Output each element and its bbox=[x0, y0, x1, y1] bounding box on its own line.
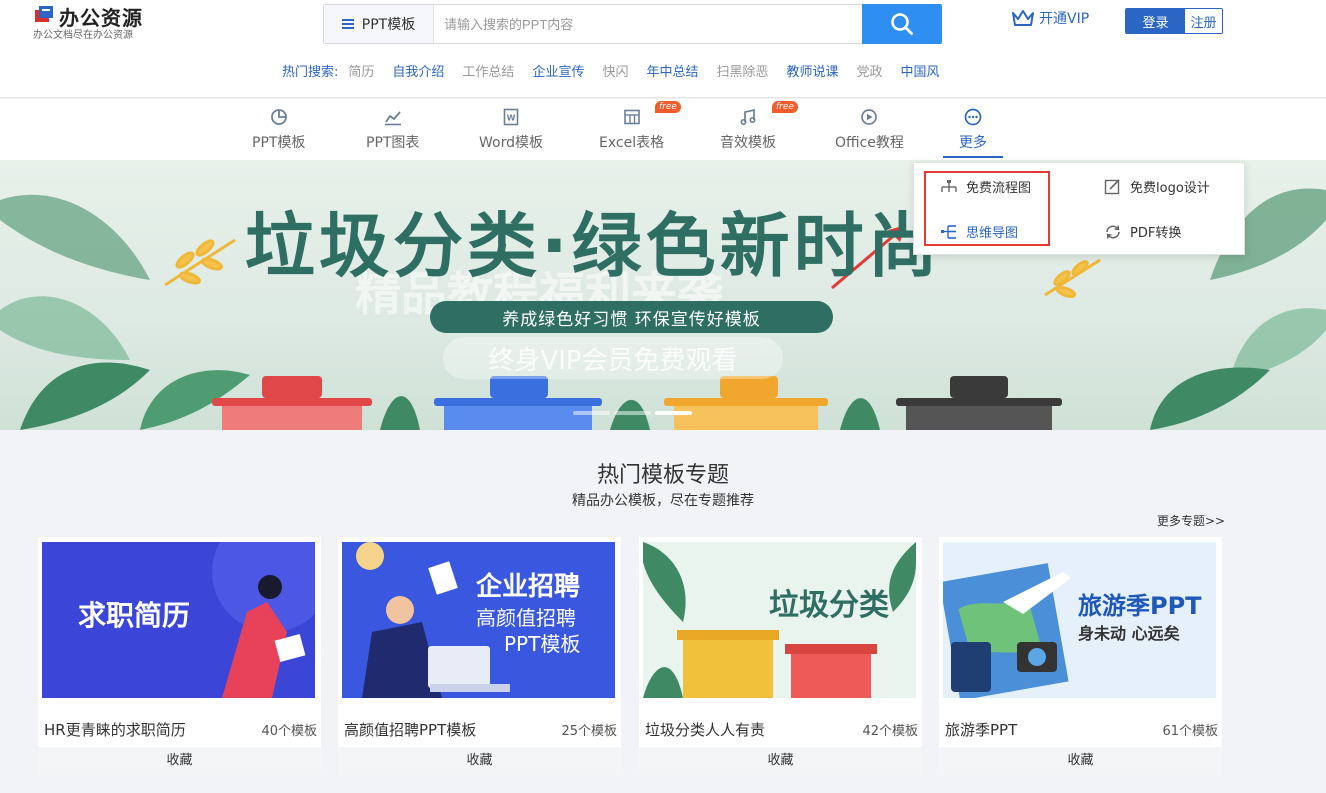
free-badge: free bbox=[772, 101, 798, 113]
hot-search-item[interactable]: 工作总结 bbox=[462, 61, 514, 80]
favorite-button[interactable]: 收藏 bbox=[939, 747, 1222, 775]
section-title: 热门模板专题 bbox=[596, 463, 729, 488]
topic-card[interactable]: 求职简历 HR更青睐的求职简历 40个模板 收藏 bbox=[38, 537, 321, 775]
search-type-label: PPT模板 bbox=[361, 17, 416, 33]
more-topics-link[interactable]: 更多专题>> bbox=[1157, 512, 1225, 529]
logo-icon bbox=[35, 6, 53, 22]
search-button[interactable] bbox=[862, 4, 942, 44]
hot-search-item[interactable]: 快闪 bbox=[602, 61, 628, 80]
nav-label: 更多 bbox=[959, 135, 987, 151]
music-icon bbox=[740, 108, 756, 126]
search-type-select[interactable]: PPT模板 bbox=[324, 5, 434, 43]
hot-search-label: 热门搜索: bbox=[282, 65, 339, 80]
carousel-dot[interactable] bbox=[573, 411, 610, 415]
search-input[interactable] bbox=[444, 5, 854, 43]
vip-label: 开通VIP bbox=[1039, 11, 1090, 27]
nav-word-template[interactable]: W Word模板 bbox=[479, 99, 543, 160]
hot-search: 热门搜索: 简历 自我介绍 工作总结 企业宣传 快闪 年中总结 扫黑除恶 教师说… bbox=[282, 61, 958, 80]
crown-icon bbox=[1012, 10, 1034, 26]
banner-slogan: 养成绿色好习惯 环保宣传好模板 bbox=[430, 301, 833, 333]
card-count: 40个模板 bbox=[261, 724, 317, 739]
dropdown-item-logo-design[interactable]: 免费logo设计 bbox=[1104, 177, 1210, 196]
category-nav: PPT模板 PPT图表 W Word模板 Excel表格 free 音效模板 f… bbox=[0, 99, 1326, 160]
favorite-button[interactable]: 收藏 bbox=[639, 747, 922, 775]
more-icon bbox=[964, 108, 982, 126]
nav-ppt-chart[interactable]: PPT图表 bbox=[366, 99, 419, 160]
open-vip-link[interactable]: 开通VIP bbox=[1011, 8, 1089, 28]
hot-search-item[interactable]: 自我介绍 bbox=[392, 61, 444, 80]
hot-search-item[interactable]: 党政 bbox=[857, 61, 883, 80]
logo-subtitle: 办公文档尽在办公资源 bbox=[33, 30, 133, 41]
hot-search-item[interactable]: 扫黑除恶 bbox=[716, 61, 768, 80]
hot-search-item[interactable]: 企业宣传 bbox=[532, 61, 584, 80]
thumbnail-title: 企业招聘 bbox=[476, 572, 581, 602]
card-thumbnail[interactable]: 旅游季PPT 身未动 心远矣 bbox=[943, 542, 1216, 698]
card-count: 25个模板 bbox=[561, 724, 617, 739]
topic-card[interactable]: 企业招聘 高颜值招聘 PPT模板 高颜值招聘PPT模板 25个模板 收藏 bbox=[338, 537, 621, 775]
card-title[interactable]: HR更青睐的求职简历 bbox=[44, 719, 186, 740]
table-icon bbox=[623, 109, 640, 125]
card-thumbnail[interactable]: 求职简历 bbox=[42, 542, 315, 698]
thumbnail-subtitle: PPT模板 bbox=[504, 632, 581, 656]
card-count: 61个模板 bbox=[1162, 724, 1218, 739]
banner-vip-text: 终身VIP会员免费观看 bbox=[443, 337, 783, 379]
topic-card[interactable]: 旅游季PPT 身未动 心远矣 旅游季PPT 61个模板 收藏 bbox=[939, 537, 1222, 775]
thumbnail-title: 求职简历 bbox=[78, 599, 191, 632]
banner-title: 垃圾分类·绿色新时尚 bbox=[245, 205, 942, 287]
dropdown-item-label: 免费logo设计 bbox=[1130, 181, 1210, 196]
site-logo[interactable]: 办公资源 办公文档尽在办公资源 bbox=[33, 2, 153, 42]
thumbnail-title: 旅游季PPT bbox=[1078, 592, 1202, 620]
card-count: 42个模板 bbox=[862, 724, 918, 739]
carousel-dots bbox=[573, 411, 692, 415]
pie-chart-icon bbox=[270, 109, 287, 125]
favorite-button[interactable]: 收藏 bbox=[38, 747, 321, 775]
nav-label: PPT图表 bbox=[366, 135, 420, 151]
svg-text:W: W bbox=[507, 114, 516, 123]
carousel-dot-active[interactable] bbox=[655, 411, 692, 415]
highlight-box bbox=[924, 171, 1050, 246]
dropdown-item-label: PDF转换 bbox=[1130, 226, 1182, 241]
nav-excel-table[interactable]: Excel表格 free bbox=[599, 99, 681, 160]
favorite-button[interactable]: 收藏 bbox=[338, 747, 621, 775]
line-chart-icon bbox=[384, 111, 401, 126]
carousel-dot[interactable] bbox=[614, 411, 651, 415]
play-icon bbox=[861, 109, 878, 125]
login-button[interactable]: 登录 bbox=[1126, 9, 1185, 33]
register-button[interactable]: 注册 bbox=[1185, 9, 1222, 33]
nav-ppt-template[interactable]: PPT模板 bbox=[252, 99, 305, 160]
refresh-icon bbox=[1106, 224, 1120, 239]
hot-search-item[interactable]: 简历 bbox=[348, 61, 374, 80]
card-thumbnail[interactable]: 垃圾分类 bbox=[643, 542, 916, 698]
thumbnail-subtitle: 高颜值招聘 bbox=[476, 606, 576, 630]
dropdown-item-pdf-convert[interactable]: PDF转换 bbox=[1104, 222, 1181, 241]
nav-label: Excel表格 bbox=[599, 135, 665, 151]
topic-card[interactable]: 垃圾分类 垃圾分类人人有责 42个模板 收藏 bbox=[639, 537, 922, 775]
section-subtitle: 精品办公模板，尽在专题推荐 bbox=[572, 493, 754, 509]
hot-search-item[interactable]: 年中总结 bbox=[646, 61, 698, 80]
edit-icon bbox=[1104, 178, 1120, 194]
auth-buttons: 登录 注册 bbox=[1125, 8, 1223, 34]
nav-sound-template[interactable]: 音效模板 free bbox=[720, 99, 798, 160]
word-icon: W bbox=[503, 108, 519, 126]
nav-office-tutorial[interactable]: Office教程 bbox=[835, 99, 904, 160]
card-title[interactable]: 高颜值招聘PPT模板 bbox=[344, 719, 476, 740]
header: 办公资源 办公文档尽在办公资源 PPT模板 开通VIP 登录 注册 热门搜索: … bbox=[0, 0, 1326, 98]
nav-label: 音效模板 bbox=[720, 135, 776, 151]
card-thumbnail[interactable]: 企业招聘 高颜值招聘 PPT模板 bbox=[342, 542, 615, 698]
menu-icon bbox=[341, 19, 354, 29]
nav-label: PPT模板 bbox=[252, 135, 306, 151]
thumbnail-subtitle: 身未动 心远矣 bbox=[1078, 624, 1180, 643]
hot-search-item[interactable]: 中国风 bbox=[901, 61, 940, 80]
search-icon bbox=[891, 13, 913, 35]
nav-more[interactable]: 更多 bbox=[943, 99, 1003, 160]
card-title[interactable]: 旅游季PPT bbox=[945, 719, 1017, 740]
hot-search-item[interactable]: 教师说课 bbox=[787, 61, 839, 80]
thumbnail-title: 垃圾分类 bbox=[769, 588, 889, 623]
nav-label: Office教程 bbox=[835, 135, 904, 151]
nav-label: Word模板 bbox=[479, 135, 543, 151]
search-bar: PPT模板 bbox=[323, 4, 942, 44]
card-title[interactable]: 垃圾分类人人有责 bbox=[645, 719, 765, 740]
free-badge: free bbox=[655, 101, 681, 113]
